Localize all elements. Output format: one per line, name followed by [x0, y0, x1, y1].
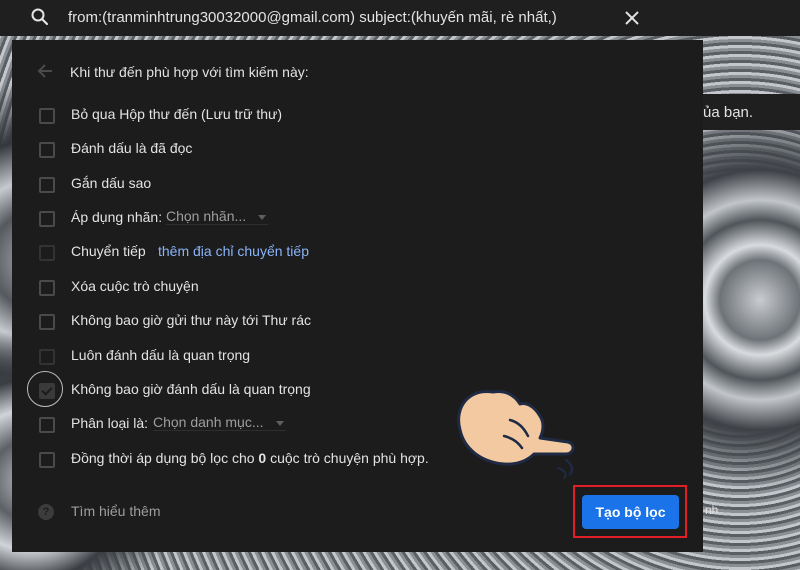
label-select[interactable]: Chọn nhãn...: [166, 208, 269, 225]
checkbox[interactable]: [39, 280, 55, 296]
chevron-down-icon: [258, 215, 267, 220]
filter-dialog-header: Khi thư đến phù hợp với tìm kiếm này:: [70, 64, 309, 80]
checkbox-checked[interactable]: [39, 383, 55, 399]
option-label: Đánh dấu là đã đọc: [71, 140, 193, 156]
back-arrow-icon[interactable]: [37, 64, 53, 78]
also-apply-suffix: cuộc trò chuyện phù hợp.: [266, 450, 429, 466]
category-select[interactable]: Chọn danh mục...: [153, 414, 286, 431]
option-label: Không bao giờ đánh dấu là quan trọng: [71, 381, 311, 397]
background-notice-text: ủa bạn.: [703, 104, 754, 121]
filter-dialog: Khi thư đến phù hợp với tìm kiếm này: Bỏ…: [12, 40, 703, 552]
option-delete[interactable]: Xóa cuộc trò chuyện: [12, 275, 703, 299]
option-label: Đồng thời áp dụng bộ lọc cho 0 cuộc trò …: [71, 450, 429, 466]
highlight-box: [573, 485, 687, 538]
checkbox[interactable]: [39, 349, 55, 365]
help-icon[interactable]: ?: [38, 504, 54, 520]
option-never-important[interactable]: Không bao giờ đánh dấu là quan trọng: [12, 371, 703, 407]
option-mark-read[interactable]: Đánh dấu là đã đọc: [12, 137, 703, 161]
close-icon[interactable]: [622, 8, 642, 28]
search-query[interactable]: from:(tranminhtrung30032000@gmail.com) s…: [68, 9, 557, 26]
option-label: Không bao giờ gửi thư này tới Thư rác: [71, 312, 312, 328]
option-apply-label[interactable]: Áp dụng nhãn: Chọn nhãn...: [12, 206, 703, 230]
checkbox[interactable]: [39, 142, 55, 158]
option-label: Áp dụng nhãn:: [71, 209, 163, 225]
checkbox[interactable]: [39, 452, 55, 468]
add-forwarding-address-link[interactable]: thêm địa chỉ chuyển tiếp: [158, 243, 309, 259]
option-never-spam[interactable]: Không bao giờ gửi thư này tới Thư rác: [12, 309, 703, 333]
label-select-value: Chọn nhãn...: [166, 208, 247, 224]
option-label: Chuyển tiếp: [71, 243, 146, 259]
option-label: Bỏ qua Hộp thư đến (Lưu trữ thư): [71, 106, 283, 122]
checkbox[interactable]: [39, 108, 55, 124]
option-label: Xóa cuộc trò chuyện: [71, 278, 199, 294]
search-bar: from:(tranminhtrung30032000@gmail.com) s…: [0, 0, 800, 36]
checkbox[interactable]: [39, 211, 55, 227]
option-categorize[interactable]: Phân loại là: Chọn danh mục...: [12, 412, 703, 436]
checkbox[interactable]: [39, 314, 55, 330]
option-skip-inbox[interactable]: Bỏ qua Hộp thư đến (Lưu trữ thư): [12, 103, 703, 127]
option-always-important[interactable]: Luôn đánh dấu là quan trọng: [12, 344, 703, 368]
option-also-apply[interactable]: Đồng thời áp dụng bộ lọc cho 0 cuộc trò …: [12, 447, 703, 471]
also-apply-prefix: Đồng thời áp dụng bộ lọc cho: [71, 450, 259, 466]
checkbox[interactable]: [39, 245, 55, 261]
option-label: Gắn dấu sao: [71, 175, 152, 191]
option-forward[interactable]: Chuyển tiếp thêm địa chỉ chuyển tiếp: [12, 240, 703, 264]
option-label: Phân loại là:: [71, 415, 149, 431]
option-label: Luôn đánh dấu là quan trọng: [71, 347, 251, 363]
search-icon[interactable]: [30, 7, 50, 27]
background-notice: ủa bạn.: [703, 94, 800, 130]
checkbox[interactable]: [39, 417, 55, 433]
background-edge-text: nh: [705, 503, 719, 517]
category-select-value: Chọn danh mục...: [153, 414, 264, 430]
learn-more-link[interactable]: Tìm hiểu thêm: [71, 503, 160, 519]
pointing-hand-icon: [457, 390, 575, 479]
chevron-down-icon: [275, 421, 284, 426]
option-star[interactable]: Gắn dấu sao: [12, 172, 703, 196]
checkbox[interactable]: [39, 177, 55, 193]
